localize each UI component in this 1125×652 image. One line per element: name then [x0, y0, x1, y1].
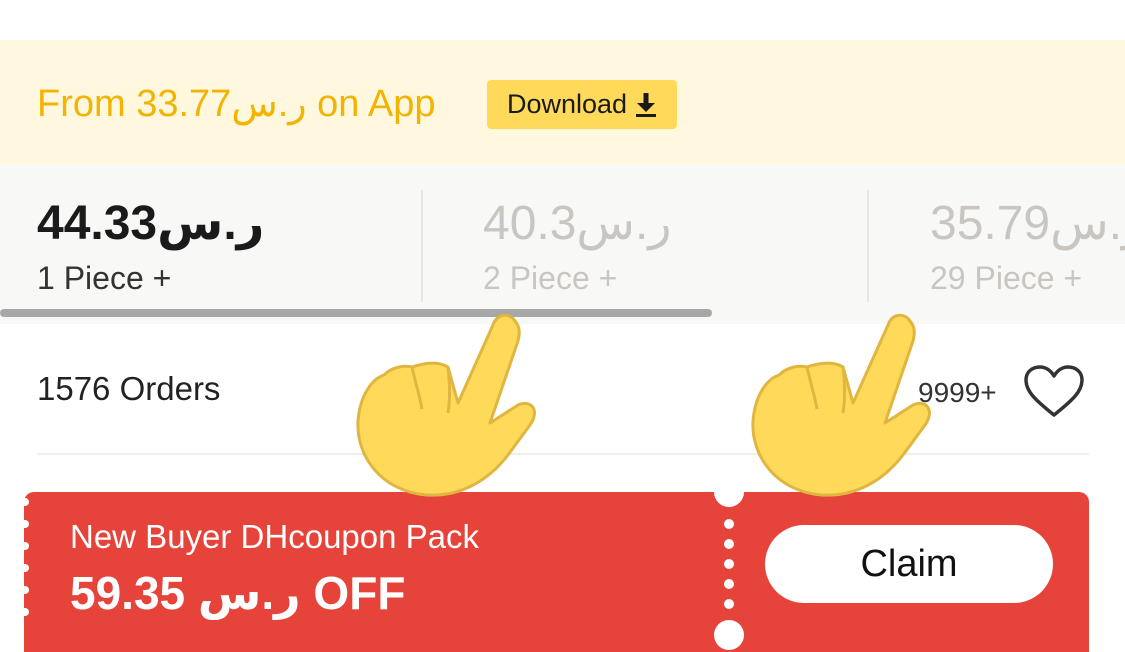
tier-price: 44.33ر.س [37, 197, 265, 250]
download-app-button[interactable]: Download [487, 80, 677, 129]
pointing-hand-icon [751, 313, 931, 497]
coupon-title: New Buyer DHcoupon Pack [70, 518, 480, 555]
tier-quantity: 1 Piece + [37, 260, 172, 296]
app-promo-text: From 33.77ر.س on App [37, 83, 436, 125]
tier-quantity: 2 Piece + [483, 260, 618, 296]
orders-count: 1576 Orders [37, 370, 221, 407]
tier-divider [421, 190, 423, 302]
coupon-edge-perforation [21, 498, 29, 616]
price-tier-3[interactable]: 35.79ر.س 29 Piece + [930, 194, 1125, 298]
price-tier-2[interactable]: 40.3ر.س 2 Piece + [483, 194, 883, 298]
claim-label: Claim [860, 542, 958, 585]
download-arrow-icon [635, 92, 657, 118]
tier-quantity: 29 Piece + [930, 260, 1083, 296]
download-label: Download [506, 89, 628, 119]
pointing-hand-icon [356, 313, 536, 497]
tier-divider [867, 190, 869, 302]
tier-price: 40.3ر.س [483, 197, 672, 250]
coupon-perforation [724, 519, 734, 609]
price-tier-1[interactable]: 44.33ر.س 1 Piece + [37, 194, 437, 298]
coupon-amount: 59.35 ر.س OFF [70, 567, 406, 619]
tier-price: 35.79ر.س [930, 197, 1125, 250]
heart-icon[interactable] [1022, 363, 1086, 419]
claim-coupon-button[interactable]: Claim [765, 525, 1053, 603]
price-tiers[interactable]: 44.33ر.س 1 Piece + 40.3ر.س 2 Piece + 35.… [0, 164, 1125, 324]
